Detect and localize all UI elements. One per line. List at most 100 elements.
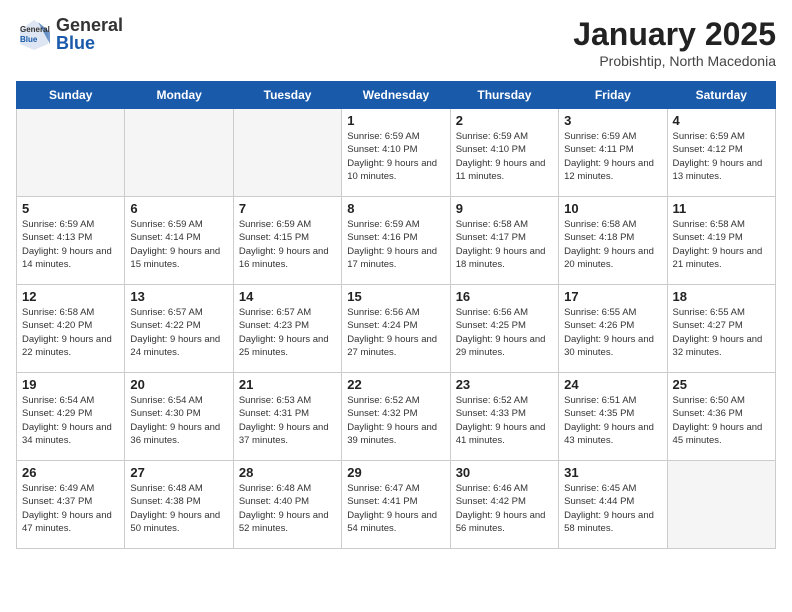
day-number: 31: [564, 465, 661, 480]
calendar-week-row: 1 Sunrise: 6:59 AM Sunset: 4:10 PM Daylig…: [17, 109, 776, 197]
day-number: 8: [347, 201, 444, 216]
day-number: 28: [239, 465, 336, 480]
calendar-cell: [125, 109, 233, 197]
day-info: Sunrise: 6:48 AM Sunset: 4:40 PM Dayligh…: [239, 482, 336, 535]
day-info: Sunrise: 6:56 AM Sunset: 4:25 PM Dayligh…: [456, 306, 553, 359]
calendar-cell: 22Sunrise: 6:52 AM Sunset: 4:32 PM Dayli…: [342, 373, 450, 461]
day-info: Sunrise: 6:57 AM Sunset: 4:22 PM Dayligh…: [130, 306, 227, 359]
calendar-cell: 9 Sunrise: 6:58 AM Sunset: 4:17 PM Daylig…: [450, 197, 558, 285]
calendar-week-row: 26 Sunrise: 6:49 AM Sunset: 4:37 PM Dayli…: [17, 461, 776, 549]
weekday-header: Thursday: [450, 82, 558, 109]
calendar-cell: 20Sunrise: 6:54 AM Sunset: 4:30 PM Dayli…: [125, 373, 233, 461]
day-info: Sunrise: 6:50 AM Sunset: 4:36 PM Dayligh…: [673, 394, 770, 447]
day-info: Sunrise: 6:58 AM Sunset: 4:19 PM Dayligh…: [673, 218, 770, 271]
calendar-cell: 18 Sunrise: 6:55 AM Sunset: 4:27 PM Dayli…: [667, 285, 775, 373]
weekday-header-row: SundayMondayTuesdayWednesdayThursdayFrid…: [17, 82, 776, 109]
day-number: 25: [673, 377, 770, 392]
calendar-cell: [17, 109, 125, 197]
day-info: Sunrise: 6:48 AM Sunset: 4:38 PM Dayligh…: [130, 482, 227, 535]
day-info: Sunrise: 6:45 AM Sunset: 4:44 PM Dayligh…: [564, 482, 661, 535]
calendar-cell: 10Sunrise: 6:58 AM Sunset: 4:18 PM Dayli…: [559, 197, 667, 285]
calendar-cell: 25 Sunrise: 6:50 AM Sunset: 4:36 PM Dayli…: [667, 373, 775, 461]
weekday-header: Friday: [559, 82, 667, 109]
day-info: Sunrise: 6:52 AM Sunset: 4:33 PM Dayligh…: [456, 394, 553, 447]
day-number: 6: [130, 201, 227, 216]
day-number: 29: [347, 465, 444, 480]
day-number: 24: [564, 377, 661, 392]
day-number: 1: [347, 113, 444, 128]
day-number: 23: [456, 377, 553, 392]
weekday-header: Tuesday: [233, 82, 341, 109]
day-info: Sunrise: 6:59 AM Sunset: 4:12 PM Dayligh…: [673, 130, 770, 183]
day-info: Sunrise: 6:46 AM Sunset: 4:42 PM Dayligh…: [456, 482, 553, 535]
weekday-header: Wednesday: [342, 82, 450, 109]
location: Probishtip, North Macedonia: [573, 53, 776, 69]
calendar-cell: 12 Sunrise: 6:58 AM Sunset: 4:20 PM Dayli…: [17, 285, 125, 373]
calendar-cell: 31 Sunrise: 6:45 AM Sunset: 4:44 PM Dayli…: [559, 461, 667, 549]
calendar-cell: [233, 109, 341, 197]
day-info: Sunrise: 6:59 AM Sunset: 4:13 PM Dayligh…: [22, 218, 119, 271]
calendar-cell: 26 Sunrise: 6:49 AM Sunset: 4:37 PM Dayli…: [17, 461, 125, 549]
svg-text:General: General: [20, 25, 50, 34]
calendar-cell: 3Sunrise: 6:59 AM Sunset: 4:11 PM Daylig…: [559, 109, 667, 197]
day-number: 12: [22, 289, 119, 304]
day-info: Sunrise: 6:55 AM Sunset: 4:27 PM Dayligh…: [673, 306, 770, 359]
day-info: Sunrise: 6:54 AM Sunset: 4:29 PM Dayligh…: [22, 394, 119, 447]
calendar-cell: 5 Sunrise: 6:59 AM Sunset: 4:13 PM Daylig…: [17, 197, 125, 285]
logo: General Blue General Blue: [16, 16, 123, 52]
day-info: Sunrise: 6:58 AM Sunset: 4:20 PM Dayligh…: [22, 306, 119, 359]
weekday-header: Monday: [125, 82, 233, 109]
day-number: 17: [564, 289, 661, 304]
weekday-header: Saturday: [667, 82, 775, 109]
day-info: Sunrise: 6:51 AM Sunset: 4:35 PM Dayligh…: [564, 394, 661, 447]
day-number: 30: [456, 465, 553, 480]
calendar-cell: 2Sunrise: 6:59 AM Sunset: 4:10 PM Daylig…: [450, 109, 558, 197]
day-number: 5: [22, 201, 119, 216]
calendar-cell: 6 Sunrise: 6:59 AM Sunset: 4:14 PM Daylig…: [125, 197, 233, 285]
day-number: 20: [130, 377, 227, 392]
calendar-cell: 27Sunrise: 6:48 AM Sunset: 4:38 PM Dayli…: [125, 461, 233, 549]
day-number: 19: [22, 377, 119, 392]
calendar-cell: 23 Sunrise: 6:52 AM Sunset: 4:33 PM Dayli…: [450, 373, 558, 461]
day-number: 14: [239, 289, 336, 304]
day-info: Sunrise: 6:58 AM Sunset: 4:18 PM Dayligh…: [564, 218, 661, 271]
calendar-cell: 21Sunrise: 6:53 AM Sunset: 4:31 PM Dayli…: [233, 373, 341, 461]
calendar-cell: 4 Sunrise: 6:59 AM Sunset: 4:12 PM Daylig…: [667, 109, 775, 197]
logo-text: General Blue: [56, 16, 123, 52]
calendar-cell: 16Sunrise: 6:56 AM Sunset: 4:25 PM Dayli…: [450, 285, 558, 373]
day-number: 7: [239, 201, 336, 216]
calendar-cell: 29Sunrise: 6:47 AM Sunset: 4:41 PM Dayli…: [342, 461, 450, 549]
calendar-cell: 7 Sunrise: 6:59 AM Sunset: 4:15 PM Daylig…: [233, 197, 341, 285]
day-number: 18: [673, 289, 770, 304]
day-number: 13: [130, 289, 227, 304]
calendar-cell: [667, 461, 775, 549]
day-info: Sunrise: 6:57 AM Sunset: 4:23 PM Dayligh…: [239, 306, 336, 359]
day-info: Sunrise: 6:49 AM Sunset: 4:37 PM Dayligh…: [22, 482, 119, 535]
day-info: Sunrise: 6:59 AM Sunset: 4:14 PM Dayligh…: [130, 218, 227, 271]
day-info: Sunrise: 6:59 AM Sunset: 4:11 PM Dayligh…: [564, 130, 661, 183]
day-number: 15: [347, 289, 444, 304]
day-info: Sunrise: 6:58 AM Sunset: 4:17 PM Dayligh…: [456, 218, 553, 271]
day-info: Sunrise: 6:59 AM Sunset: 4:15 PM Dayligh…: [239, 218, 336, 271]
calendar-cell: 15Sunrise: 6:56 AM Sunset: 4:24 PM Dayli…: [342, 285, 450, 373]
logo-icon: General Blue: [16, 16, 52, 52]
day-number: 9: [456, 201, 553, 216]
weekday-header: Sunday: [17, 82, 125, 109]
month-title: January 2025: [573, 16, 776, 53]
calendar-cell: 17 Sunrise: 6:55 AM Sunset: 4:26 PM Dayli…: [559, 285, 667, 373]
calendar-week-row: 19 Sunrise: 6:54 AM Sunset: 4:29 PM Dayli…: [17, 373, 776, 461]
calendar-week-row: 12 Sunrise: 6:58 AM Sunset: 4:20 PM Dayli…: [17, 285, 776, 373]
day-number: 4: [673, 113, 770, 128]
page-header: General Blue General Blue January 2025 P…: [16, 16, 776, 69]
calendar-cell: 28 Sunrise: 6:48 AM Sunset: 4:40 PM Dayli…: [233, 461, 341, 549]
day-info: Sunrise: 6:59 AM Sunset: 4:10 PM Dayligh…: [347, 130, 444, 183]
title-block: January 2025 Probishtip, North Macedonia: [573, 16, 776, 69]
day-number: 21: [239, 377, 336, 392]
calendar-cell: 19 Sunrise: 6:54 AM Sunset: 4:29 PM Dayli…: [17, 373, 125, 461]
calendar-cell: 30 Sunrise: 6:46 AM Sunset: 4:42 PM Dayli…: [450, 461, 558, 549]
day-info: Sunrise: 6:55 AM Sunset: 4:26 PM Dayligh…: [564, 306, 661, 359]
calendar: SundayMondayTuesdayWednesdayThursdayFrid…: [16, 81, 776, 549]
day-number: 26: [22, 465, 119, 480]
calendar-cell: 11Sunrise: 6:58 AM Sunset: 4:19 PM Dayli…: [667, 197, 775, 285]
day-info: Sunrise: 6:52 AM Sunset: 4:32 PM Dayligh…: [347, 394, 444, 447]
